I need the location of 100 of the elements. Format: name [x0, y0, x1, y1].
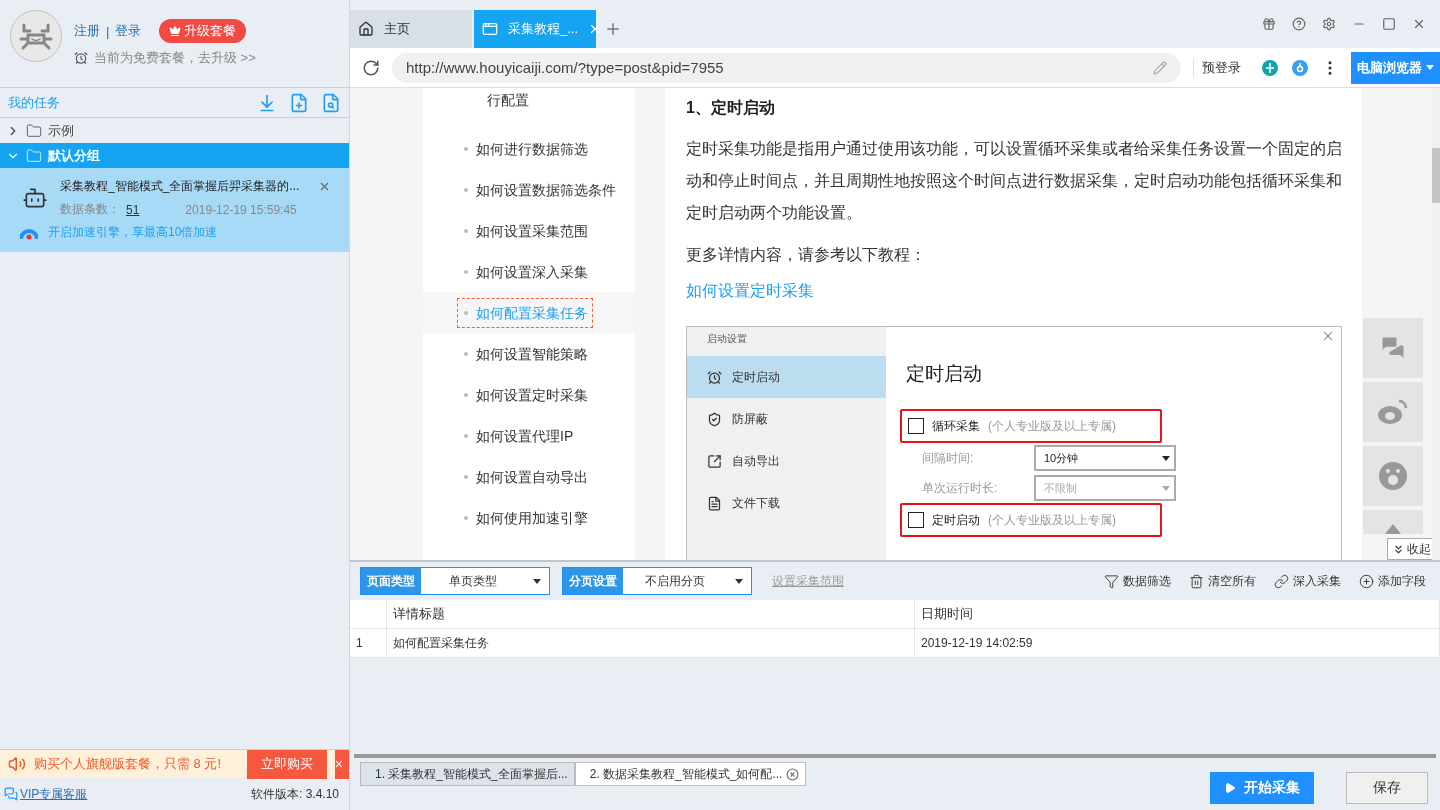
- plus-icon: [1359, 573, 1374, 589]
- group-name: 示例: [48, 121, 74, 140]
- nav-link[interactable]: 如何设置智能策略: [457, 338, 593, 369]
- account-link[interactable]: 登录: [115, 22, 142, 40]
- trash-icon: [1189, 573, 1204, 589]
- bullet-icon: [464, 351, 468, 356]
- alarm-clock-icon: [74, 51, 88, 65]
- key-icon[interactable]: [1291, 58, 1309, 77]
- select-field: 不限制: [1034, 475, 1176, 501]
- note-text: (个人专业版及以上专属): [988, 417, 1116, 435]
- import-icon[interactable]: [257, 92, 277, 113]
- separator: |: [106, 23, 110, 39]
- table-cell: 2019-12-19 14:02:59: [915, 629, 1440, 658]
- bullet-icon: [464, 269, 468, 274]
- field-label: 间隔时间:: [922, 449, 975, 467]
- folder-icon: [26, 147, 42, 164]
- globe-icon[interactable]: [1261, 58, 1279, 77]
- bullet-icon: [464, 310, 468, 315]
- save-button[interactable]: 保存: [1346, 772, 1428, 804]
- help-icon[interactable]: [1292, 17, 1306, 31]
- alarm-clock-icon: [707, 369, 722, 385]
- browser-tab[interactable]: 主页: [350, 10, 472, 48]
- row-number: 1: [350, 629, 387, 658]
- share-button[interactable]: [1363, 446, 1423, 506]
- document-icon: [707, 495, 722, 511]
- task-tab[interactable]: 2. 数据采集教程_智能模式_如何配...: [574, 762, 807, 786]
- nav-link[interactable]: 如何设置采集范围: [457, 215, 593, 246]
- caret-icon: [735, 578, 743, 584]
- search-task-icon[interactable]: [321, 92, 341, 113]
- upgrade-button[interactable]: 升级套餐: [159, 19, 247, 43]
- toolbar-button[interactable]: 添加字段: [1355, 572, 1430, 590]
- paragraph: 更多详情内容，请参考以下教程：: [686, 245, 927, 265]
- group-row[interactable]: 示例: [0, 118, 349, 143]
- scrollbar[interactable]: [1432, 88, 1440, 560]
- count-link[interactable]: 51: [126, 202, 140, 217]
- select-field: 10分钟: [1034, 445, 1176, 471]
- share-button[interactable]: [1363, 382, 1423, 442]
- new-task-icon[interactable]: [289, 92, 309, 113]
- pencil-icon[interactable]: [1153, 60, 1167, 75]
- close-icon[interactable]: [318, 180, 331, 193]
- share-button[interactable]: [1363, 318, 1423, 378]
- group-name: 默认分组: [48, 146, 100, 165]
- up-arrow-icon: [1385, 524, 1401, 534]
- home-icon: [358, 21, 374, 37]
- gift-icon[interactable]: [1262, 17, 1276, 31]
- nav-link[interactable]: 如何使用加速引擎: [457, 502, 593, 533]
- crown-icon: [169, 25, 182, 37]
- dropdown[interactable]: 页面类型 单页类型: [360, 567, 550, 595]
- vip-link[interactable]: VIP专属客服: [20, 785, 88, 803]
- promo-text: 购买个人旗舰版套餐，只需 8 元!: [34, 755, 223, 773]
- shield-icon: [707, 411, 722, 427]
- nav-link[interactable]: 如何设置定时采集: [457, 379, 593, 410]
- new-tab-icon[interactable]: [604, 20, 622, 38]
- header-cell: 详情标题: [387, 600, 915, 629]
- folder-icon: [26, 122, 42, 139]
- field-label: 单次运行时长:: [922, 479, 999, 497]
- avatar[interactable]: [10, 10, 62, 62]
- close-icon: [1321, 329, 1335, 343]
- task-tab[interactable]: 1. 采集教程_智能模式_全面掌握后...: [360, 762, 575, 786]
- nav-link[interactable]: 行配置: [487, 92, 529, 110]
- corner-cell: [350, 600, 387, 629]
- account-link[interactable]: 注册: [74, 22, 100, 40]
- table-cell: 如何配置采集任务: [387, 629, 915, 658]
- nav-link[interactable]: 如何进行数据筛选: [457, 133, 593, 164]
- tasks-title: 我的任务: [8, 93, 60, 112]
- toolbar-button[interactable]: 深入采集: [1270, 572, 1345, 590]
- nav-link[interactable]: 如何设置数据筛选条件: [457, 174, 621, 205]
- caret-icon: [533, 578, 541, 584]
- nav-link[interactable]: 如何设置代理IP: [457, 420, 579, 451]
- dialog-heading: 定时启动: [906, 362, 983, 386]
- nav-link[interactable]: 如何设置深入采集: [457, 256, 593, 287]
- toolbar-button[interactable]: 数据筛选: [1100, 572, 1175, 590]
- checkbox-label: 定时启动: [932, 511, 980, 529]
- back-to-top-button[interactable]: [1363, 510, 1423, 534]
- bullet-icon: [464, 392, 468, 397]
- dropdown[interactable]: 分页设置 不启用分页: [562, 567, 752, 595]
- url-field[interactable]: http://www.houyicaiji.com/?type=post&pid=7955: [392, 52, 1181, 83]
- caret-icon: [1426, 65, 1434, 70]
- maximize-icon[interactable]: [1382, 17, 1396, 31]
- bullet-icon: [464, 146, 468, 151]
- section-heading: 1、定时启动: [686, 98, 776, 118]
- close-icon[interactable]: [786, 767, 800, 781]
- bullet-icon: [464, 187, 468, 192]
- filter-icon: [1104, 573, 1119, 589]
- checkbox-label: 循环采集: [932, 417, 980, 435]
- settings-icon[interactable]: [1322, 17, 1336, 31]
- dialog-title: 启动设置: [706, 332, 748, 346]
- task-title: 采集教程_智能模式_全面掌握后羿采集器的...: [60, 178, 300, 195]
- link-icon: [1274, 573, 1289, 589]
- paragraph: 定时采集功能是指用户通过使用该功能，可以设置循环采集或者给采集任务设置一个固定的启动和停止时间点，并且周期性地按照这个时间点进行数据采集，定时启动功能包括循环采集和定时启动两个功能设置。: [686, 139, 1342, 223]
- task-card[interactable]: 采集教程_智能模式_全面掌握后羿采集器的... 数据条数： 51 2019-12-19 15:59:45 开启加速引擎，享最高10倍加速: [0, 168, 349, 252]
- close-icon[interactable]: [1412, 17, 1426, 31]
- reload-icon[interactable]: [362, 58, 380, 77]
- crab-icon: [18, 21, 54, 51]
- export-icon: [707, 453, 722, 469]
- prelogin-button[interactable]: 预登录: [1193, 58, 1249, 77]
- toolbar-button[interactable]: 清空所有: [1185, 572, 1260, 590]
- task-time: 2019-12-19 15:59:45: [185, 202, 297, 217]
- nav-link[interactable]: 如何设置自动导出: [457, 461, 593, 492]
- header-cell: 日期时间: [915, 600, 1440, 629]
